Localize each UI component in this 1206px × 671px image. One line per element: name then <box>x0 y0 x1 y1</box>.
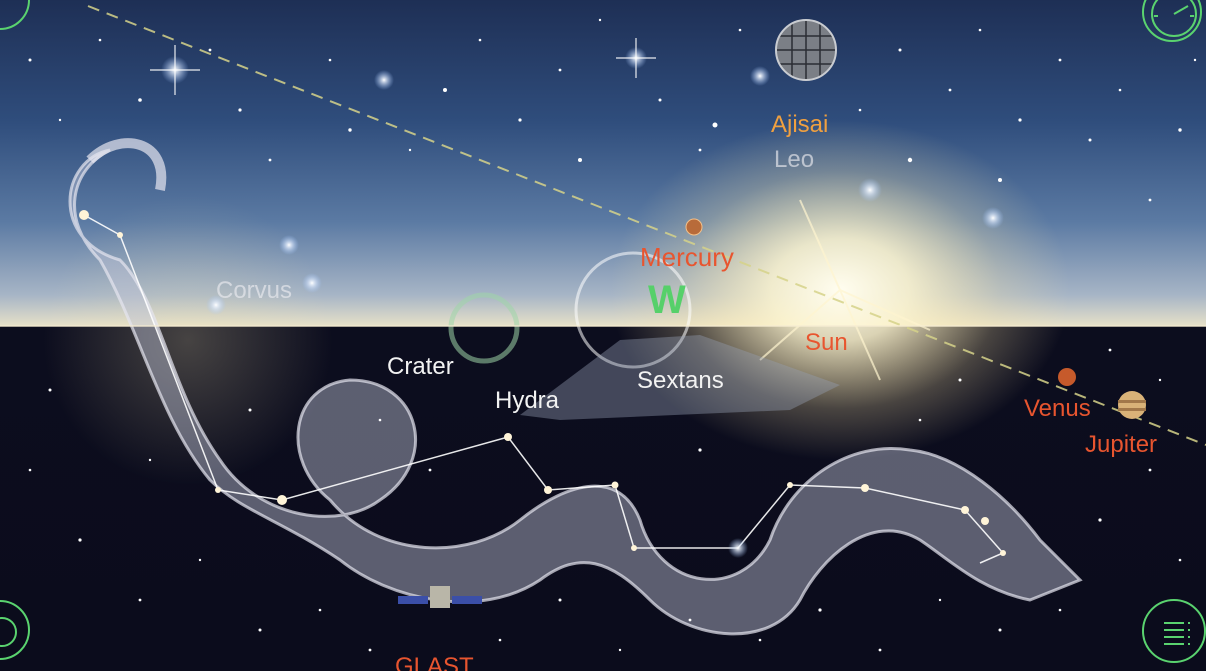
label-mercury[interactable]: Mercury <box>640 244 734 270</box>
circle-button-icon <box>0 617 17 647</box>
label-jupiter[interactable]: Jupiter <box>1085 433 1157 457</box>
bottom-left-button[interactable] <box>0 600 30 660</box>
menu-button[interactable] <box>1142 599 1206 663</box>
star-cross-spikes <box>150 38 656 95</box>
sky-scene <box>0 5 1206 652</box>
compass-w-label: W <box>648 278 686 322</box>
label-leo[interactable]: Leo <box>774 148 814 172</box>
sky-view[interactable]: Ajisai Leo Mercury W Corvus Crater Hydra… <box>0 0 1206 671</box>
circle-button-icon <box>0 0 32 32</box>
label-crater[interactable]: Crater <box>387 355 454 379</box>
label-corvus[interactable]: Corvus <box>216 279 292 303</box>
clock-icon <box>1151 0 1197 37</box>
jupiter-planet <box>1118 391 1146 419</box>
label-venus[interactable]: Venus <box>1024 397 1091 421</box>
ajisai-satellite-icon <box>775 19 837 81</box>
mercury-planet <box>685 218 703 236</box>
crater-ring <box>448 292 520 364</box>
label-sun[interactable]: Sun <box>805 331 848 355</box>
venus-planet <box>1058 368 1076 386</box>
label-sextans[interactable]: Sextans <box>637 369 724 393</box>
label-ajisai[interactable]: Ajisai <box>771 113 828 137</box>
time-button[interactable] <box>1142 0 1202 42</box>
label-hydra[interactable]: Hydra <box>495 389 559 413</box>
hydra-tail-curl <box>86 138 167 191</box>
menu-icon <box>1164 622 1190 645</box>
top-left-button[interactable] <box>0 0 30 30</box>
label-glast[interactable]: GLAST <box>395 655 474 671</box>
